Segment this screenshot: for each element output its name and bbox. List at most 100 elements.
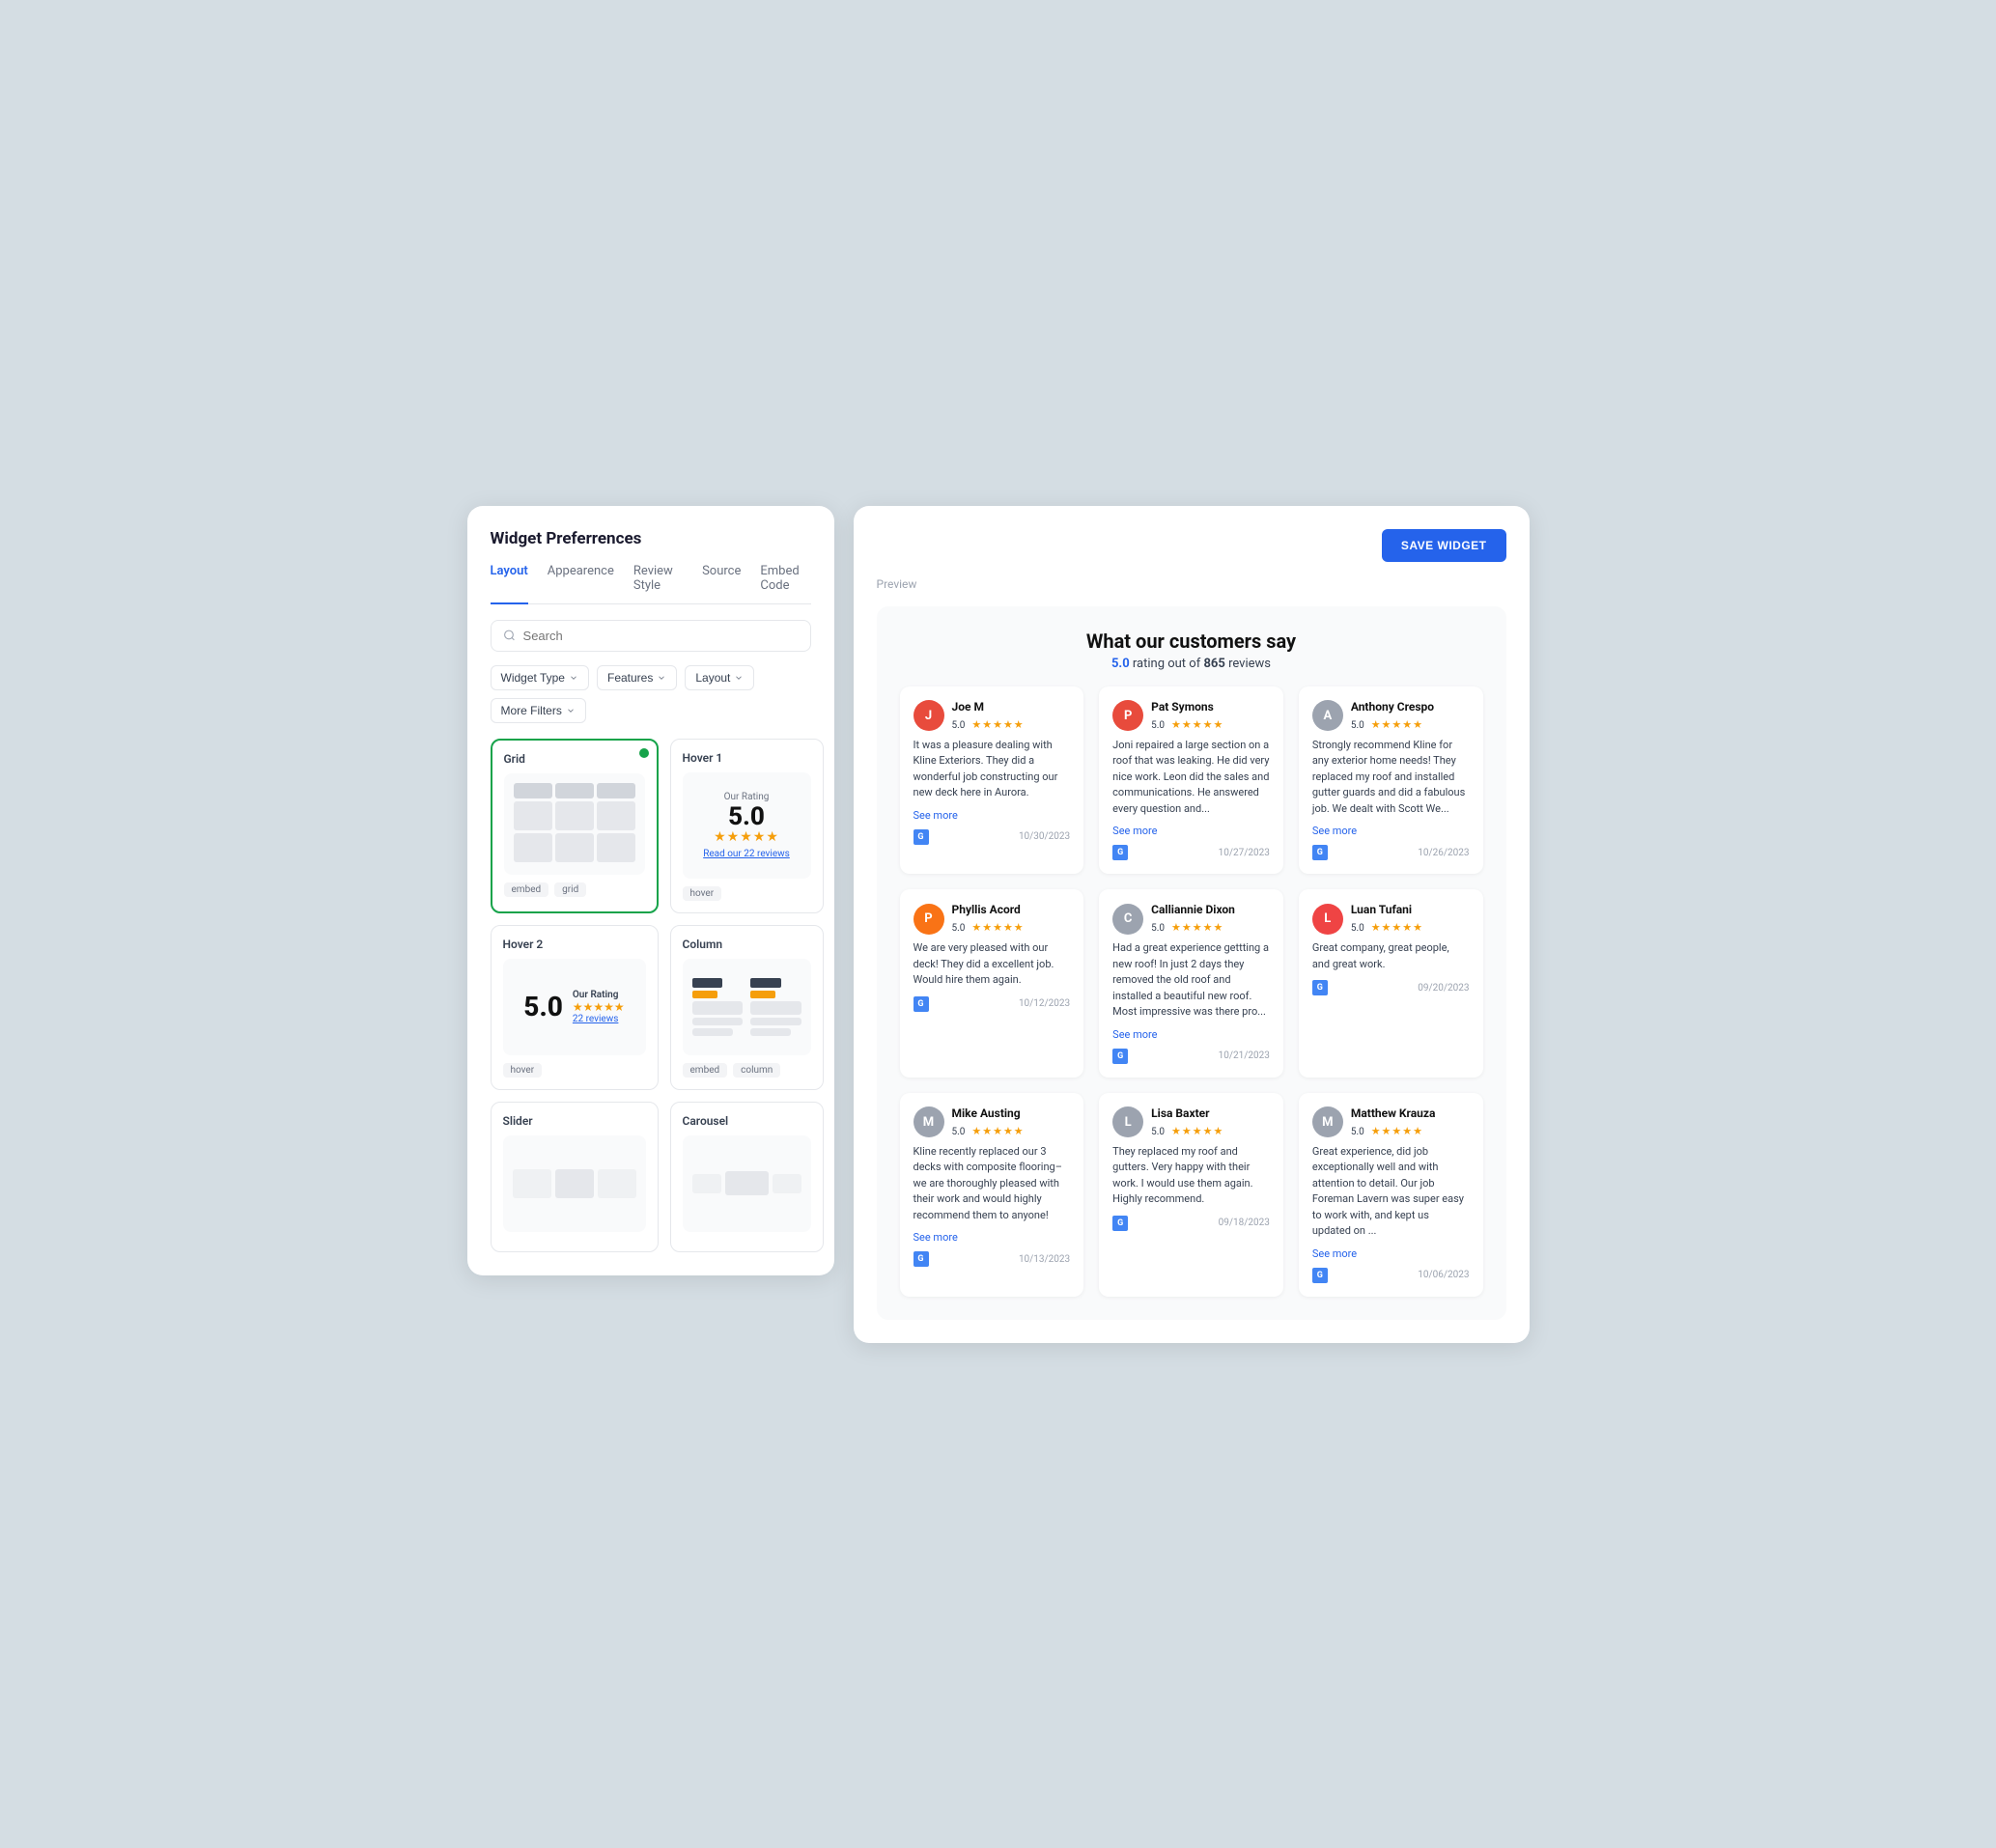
review-header: P Phyllis Acord 5.0 ★★★★★	[914, 903, 1071, 935]
stars: ★★★★★	[1371, 718, 1423, 731]
reviewer-rating: 5.0 ★★★★★	[1351, 916, 1423, 935]
review-footer: G 10/21/2023	[1112, 1049, 1270, 1064]
widget-tags: hover	[683, 886, 811, 901]
widget-card-title: Hover 1	[683, 751, 811, 765]
see-more-link[interactable]: See more	[1112, 1028, 1270, 1041]
save-widget-button[interactable]: SAVE WIDGET	[1382, 529, 1506, 562]
review-text: Had a great experience gettting a new ro…	[1112, 940, 1270, 1021]
reviewer-score: 5.0	[1351, 1127, 1364, 1137]
reviewer-info: Luan Tufani 5.0 ★★★★★	[1351, 903, 1423, 935]
widget-card-column[interactable]: Column	[670, 925, 824, 1090]
preview-heading: What our customers say 5.0 rating out of…	[900, 630, 1483, 671]
avatar: C	[1112, 904, 1143, 935]
widget-card-title: Hover 2	[503, 938, 646, 951]
reviewer-name: Pat Symons	[1151, 700, 1223, 714]
widget-type-filter[interactable]: Widget Type	[491, 665, 589, 690]
tab-layout[interactable]: Layout	[491, 564, 528, 604]
see-more-link[interactable]: See more	[1312, 1247, 1470, 1260]
widget-card-preview	[504, 773, 645, 875]
reviewer-rating: 5.0 ★★★★★	[952, 916, 1025, 935]
widget-tags: hover	[503, 1063, 646, 1078]
reviews-link[interactable]: 22 reviews	[573, 1014, 625, 1024]
our-rating-sm: Our Rating	[573, 990, 625, 1000]
reviewer-name: Anthony Crespo	[1351, 700, 1434, 714]
google-icon: G	[1312, 845, 1328, 860]
tab-source[interactable]: Source	[702, 564, 741, 604]
review-footer: G 09/20/2023	[1312, 980, 1470, 995]
search-input[interactable]	[523, 629, 799, 643]
carousel-preview	[692, 1160, 801, 1208]
reviewer-rating: 5.0 ★★★★★	[1351, 714, 1434, 732]
google-icon: G	[914, 1251, 929, 1267]
more-filters-filter[interactable]: More Filters	[491, 698, 586, 723]
see-more-link[interactable]: See more	[1312, 825, 1470, 837]
tab-review-style[interactable]: Review Style	[633, 564, 683, 604]
reviewer-name: Matthew Krauza	[1351, 1106, 1436, 1120]
avatar: L	[1312, 904, 1343, 935]
reviewer-rating: 5.0 ★★★★★	[1351, 1120, 1436, 1138]
review-header: M Matthew Krauza 5.0 ★★★★★	[1312, 1106, 1470, 1138]
reviews-grid: J Joe M 5.0 ★★★★★ It was a pleasure deal…	[900, 686, 1483, 1297]
left-panel: Widget Preferrences Layout Appearence Re…	[467, 506, 834, 1275]
review-footer: G 09/18/2023	[1112, 1216, 1270, 1231]
read-reviews-link[interactable]: Read our 22 reviews	[703, 849, 790, 859]
filters-row: Widget Type Features Layout More Filters	[491, 665, 811, 723]
review-card: M Matthew Krauza 5.0 ★★★★★ Great experie…	[1299, 1093, 1483, 1297]
widget-card-slider[interactable]: Slider	[491, 1102, 659, 1252]
stars: ★★★★★	[971, 718, 1024, 731]
preview-box: What our customers say 5.0 rating out of…	[877, 606, 1506, 1320]
tab-embed-code[interactable]: Embed Code	[760, 564, 810, 604]
see-more-link[interactable]: See more	[1112, 825, 1270, 837]
layout-label: Layout	[695, 671, 730, 685]
review-date: 10/06/2023	[1418, 1270, 1469, 1280]
avatar: P	[1112, 700, 1143, 731]
reviewer-rating: 5.0 ★★★★★	[952, 1120, 1025, 1138]
preview-reviews-label: reviews	[1228, 657, 1271, 671]
review-text: Great experience, did job exceptionally …	[1312, 1144, 1470, 1240]
preview-rating-info: 5.0 rating out of 865 reviews	[900, 657, 1483, 671]
hover2-preview: 5.0 Our Rating ★★★★★ 22 reviews	[518, 984, 630, 1030]
layout-filter[interactable]: Layout	[685, 665, 754, 690]
review-date: 10/27/2023	[1219, 848, 1270, 858]
review-text: We are very pleased with our deck! They …	[914, 940, 1071, 989]
column-preview	[692, 978, 801, 1036]
reviewer-info: Calliannie Dixon 5.0 ★★★★★	[1151, 903, 1235, 935]
widget-card-carousel[interactable]: Carousel	[670, 1102, 824, 1252]
tab-appearance[interactable]: Appearence	[548, 564, 614, 604]
reviewer-score: 5.0	[952, 1127, 966, 1137]
reviewer-score: 5.0	[1151, 1127, 1165, 1137]
widget-card-grid[interactable]: Grid	[491, 739, 659, 913]
features-filter[interactable]: Features	[597, 665, 677, 690]
see-more-link[interactable]: See more	[914, 809, 1071, 822]
search-box	[491, 620, 811, 652]
widget-card-hover1[interactable]: Hover 1 Our Rating 5.0 ★★★★★ Read our 22…	[670, 739, 824, 913]
review-header: P Pat Symons 5.0 ★★★★★	[1112, 700, 1270, 732]
review-header: L Luan Tufani 5.0 ★★★★★	[1312, 903, 1470, 935]
widget-card-title: Slider	[503, 1114, 646, 1128]
preview-rating-text: rating out of	[1133, 657, 1204, 671]
reviewer-info: Lisa Baxter 5.0 ★★★★★	[1151, 1106, 1223, 1138]
stars: ★★★★★	[1171, 1125, 1223, 1137]
widget-card-hover2[interactable]: Hover 2 5.0 Our Rating ★★★★★ 22 reviews …	[491, 925, 659, 1090]
stars: ★★★★★	[1371, 921, 1423, 934]
review-header: L Lisa Baxter 5.0 ★★★★★	[1112, 1106, 1270, 1138]
right-panel-header: SAVE WIDGET	[877, 529, 1506, 562]
stars-row: ★★★★★	[703, 829, 790, 845]
review-footer: G 10/27/2023	[1112, 845, 1270, 860]
reviewer-name: Luan Tufani	[1351, 903, 1423, 916]
review-card: A Anthony Crespo 5.0 ★★★★★ Strongly reco…	[1299, 686, 1483, 875]
preview-main-heading: What our customers say	[900, 630, 1483, 653]
avatar: L	[1112, 1106, 1143, 1137]
widget-grid: Grid	[491, 739, 811, 1252]
tabs-nav: Layout Appearence Review Style Source Em…	[491, 564, 811, 604]
review-header: J Joe M 5.0 ★★★★★	[914, 700, 1071, 732]
tag-grid: grid	[554, 882, 586, 897]
tag-column: column	[733, 1063, 780, 1078]
features-label: Features	[607, 671, 653, 685]
chevron-down-icon	[734, 673, 744, 683]
review-footer: G 10/30/2023	[914, 829, 1071, 845]
google-icon: G	[914, 829, 929, 845]
see-more-link[interactable]: See more	[914, 1231, 1071, 1244]
review-date: 10/21/2023	[1219, 1050, 1270, 1061]
review-card: P Phyllis Acord 5.0 ★★★★★ We are very pl…	[900, 889, 1084, 1078]
